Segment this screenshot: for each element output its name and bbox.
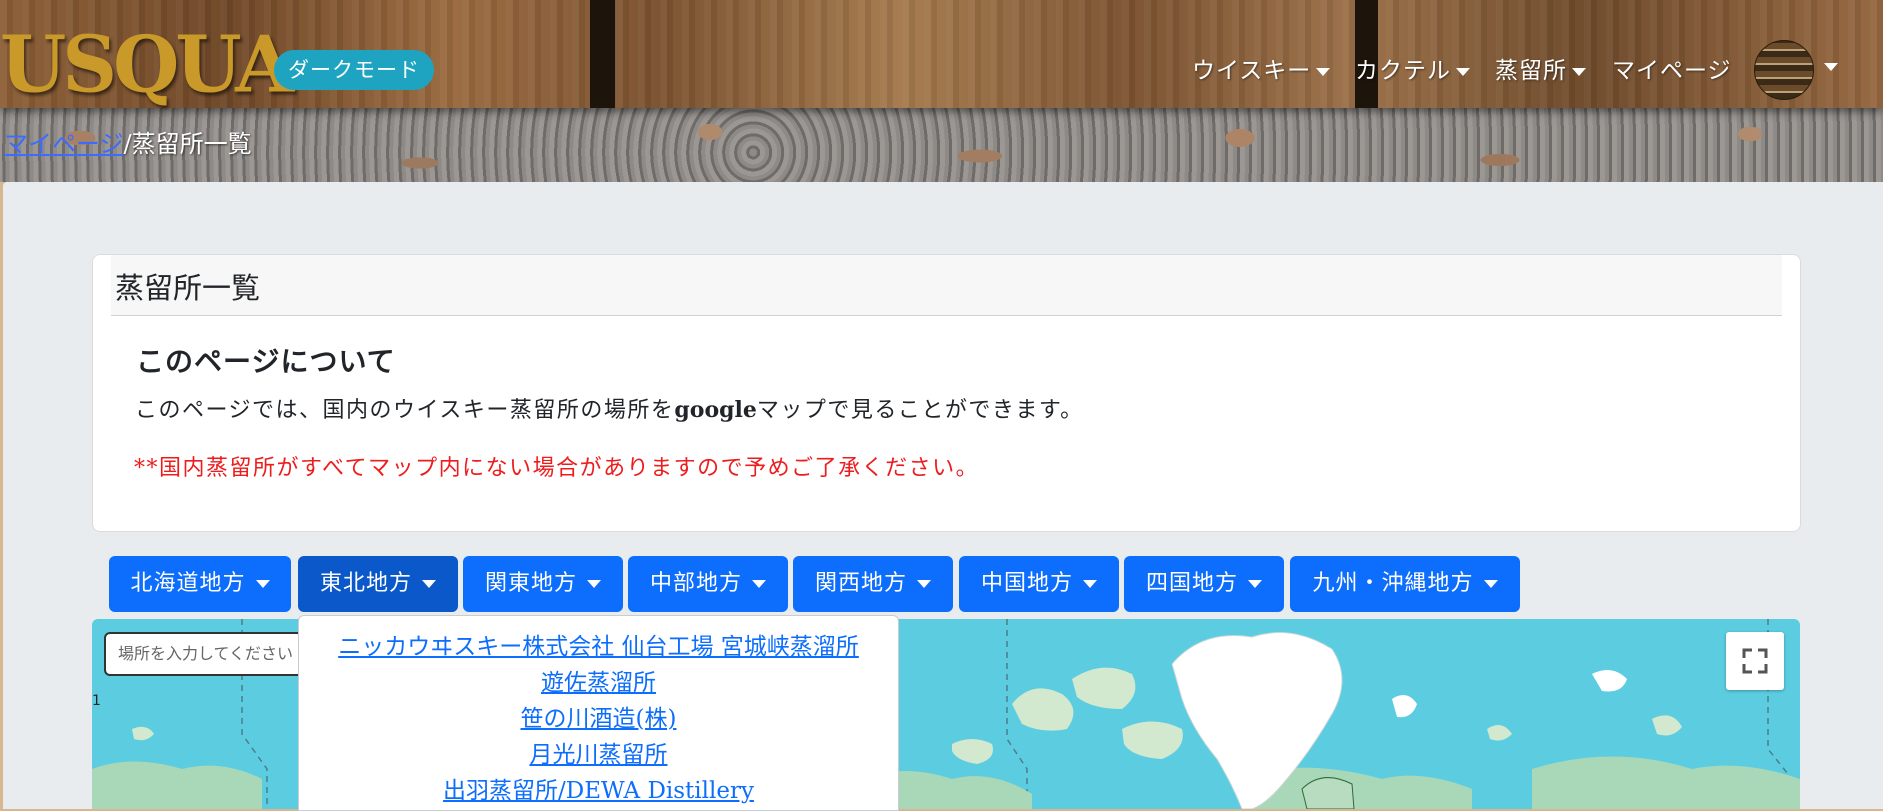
nav-cocktail-label: カクテル	[1355, 58, 1451, 84]
about-text-after: マップで見ることができます。	[756, 398, 1084, 423]
chevron-down-icon[interactable]	[1824, 63, 1838, 71]
distillery-link[interactable]: 遊佐蒸溜所	[299, 665, 898, 701]
about-description: このページでは、国内のウイスキー蒸留所の場所をgoogleマップで見ることができ…	[135, 392, 1084, 424]
distillery-link[interactable]: 月光川蒸留所	[299, 737, 898, 773]
region-chugoku-button[interactable]: 中国地方	[959, 556, 1119, 612]
region-chubu-button[interactable]: 中部地方	[628, 556, 788, 612]
fullscreen-button[interactable]	[1726, 632, 1784, 690]
map-island	[1122, 721, 1183, 759]
distillery-link[interactable]: 笹の川酒造(株)	[299, 701, 898, 737]
chevron-down-icon	[255, 580, 270, 588]
region-hokkaido-button[interactable]: 北海道地方	[109, 556, 291, 612]
map-island	[1072, 667, 1136, 709]
chevron-down-icon	[752, 580, 766, 588]
fullscreen-icon	[1742, 648, 1768, 674]
tohoku-dropdown-menu: ニッカウヰスキー株式会社 仙台工場 宮城峡蒸溜所 遊佐蒸溜所 笹の川酒造(株) …	[298, 615, 899, 811]
map-search-input[interactable]: 場所を入力してください	[104, 632, 304, 676]
nav-whisky-dropdown[interactable]: ウイスキー	[1192, 52, 1331, 90]
card-header	[111, 255, 1782, 316]
map-island	[952, 739, 993, 764]
region-label: 中部地方	[649, 571, 742, 596]
warning-note: **国内蒸留所がすべてマップ内にない場合がありますので予めご了承ください。	[134, 456, 980, 481]
breadcrumb-mypage-link[interactable]: マイページ	[4, 130, 124, 158]
about-heading: このページについて	[136, 345, 396, 378]
user-avatar[interactable]	[1754, 40, 1814, 100]
chevron-down-icon	[1248, 580, 1262, 588]
map-landmass	[1532, 756, 1800, 809]
header-banner	[0, 108, 1883, 182]
chevron-down-icon	[1456, 68, 1470, 76]
region-label: 東北地方	[319, 571, 412, 596]
region-label: 北海道地方	[130, 571, 246, 596]
map-scale-label: 1	[92, 693, 101, 709]
about-text-before: このページでは、国内のウイスキー蒸留所の場所を	[135, 398, 675, 423]
region-label: 四国地方	[1145, 571, 1238, 596]
region-label: 関東地方	[484, 571, 577, 596]
map-island	[1592, 670, 1627, 692]
map-island	[1012, 688, 1074, 731]
region-kanto-button[interactable]: 関東地方	[463, 556, 623, 612]
map-island	[1652, 715, 1682, 736]
chevron-down-icon	[422, 580, 436, 588]
nav-whisky-label: ウイスキー	[1192, 58, 1312, 84]
map-island	[1392, 695, 1417, 718]
region-shikoku-button[interactable]: 四国地方	[1124, 556, 1284, 612]
chevron-down-icon	[1483, 580, 1498, 588]
region-label: 関西地方	[814, 571, 907, 596]
region-kansai-button[interactable]: 関西地方	[793, 556, 953, 612]
distillery-link[interactable]: ニッカウヰスキー株式会社 仙台工場 宮城峡蒸溜所	[299, 629, 898, 665]
region-label: 中国地方	[980, 571, 1073, 596]
map-landmass	[1301, 777, 1355, 809]
about-text-bold: google	[674, 397, 757, 423]
nav-cocktail-dropdown[interactable]: カクテル	[1355, 52, 1470, 90]
map-landmass	[92, 761, 262, 809]
breadcrumb: マイページ/蒸留所一覧	[4, 124, 252, 159]
breadcrumb-current: 蒸留所一覧	[131, 130, 252, 158]
breadcrumb-separator: /	[123, 130, 132, 158]
region-kyushu-okinawa-button[interactable]: 九州・沖縄地方	[1290, 556, 1520, 612]
nav-distillery-dropdown[interactable]: 蒸留所	[1495, 52, 1586, 90]
chevron-down-icon	[1572, 68, 1586, 76]
chevron-down-icon	[1316, 68, 1331, 76]
map-island	[132, 726, 154, 741]
map-island	[1487, 725, 1512, 741]
chevron-down-icon	[917, 580, 931, 588]
top-navbar: USQUA ダークモード ウイスキー カクテル 蒸留所 マイページ	[0, 0, 1883, 111]
dark-mode-toggle[interactable]: ダークモード	[274, 50, 434, 90]
nav-distillery-label: 蒸留所	[1495, 58, 1567, 84]
page-title: 蒸留所一覧	[115, 271, 261, 305]
chevron-down-icon	[1083, 580, 1097, 588]
chevron-down-icon	[587, 580, 601, 588]
brand-logo[interactable]: USQUA	[0, 19, 294, 111]
nav-mypage-link[interactable]: マイページ	[1612, 52, 1732, 90]
region-tohoku-button[interactable]: 東北地方	[298, 556, 458, 612]
region-label: 九州・沖縄地方	[1312, 571, 1474, 596]
distillery-link[interactable]: 出羽蒸留所/DEWA Distillery	[299, 773, 898, 809]
